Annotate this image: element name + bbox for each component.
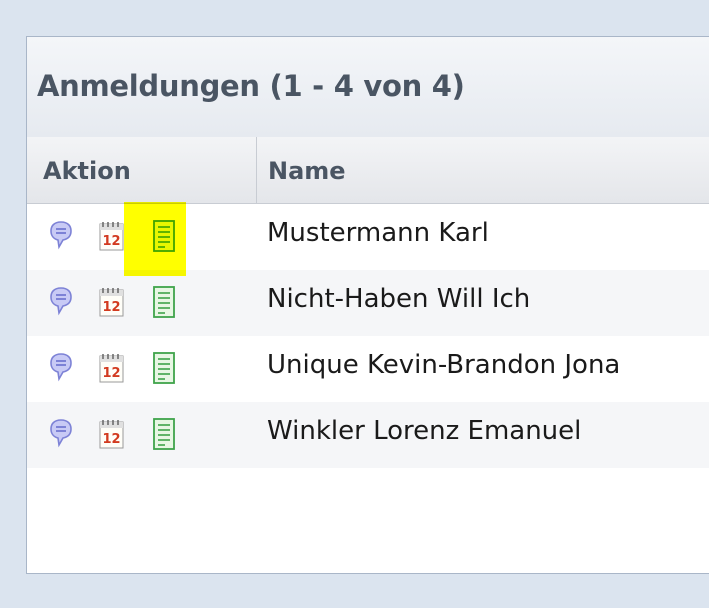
registrant-name[interactable]: Winkler Lorenz Emanuel — [267, 416, 581, 446]
registrant-name[interactable]: Unique Kevin-Brandon Jona — [267, 350, 620, 380]
calendar-day: 12 — [102, 366, 120, 381]
calendar-icon[interactable]: 12 — [99, 352, 125, 388]
calendar-day: 12 — [102, 300, 120, 315]
document-icon[interactable] — [153, 418, 175, 454]
calendar-icon[interactable]: 12 — [99, 286, 125, 322]
calendar-icon[interactable]: 12 — [99, 220, 125, 256]
speech-bubble-icon[interactable] — [49, 286, 73, 320]
calendar-day: 12 — [102, 234, 120, 249]
calendar-day: 12 — [102, 432, 120, 447]
speech-bubble-icon[interactable] — [49, 220, 73, 254]
document-icon[interactable] — [153, 352, 175, 388]
speech-bubble-icon[interactable] — [49, 352, 73, 386]
calendar-icon[interactable]: 12 — [99, 418, 125, 454]
column-header-aktion[interactable]: Aktion — [43, 157, 131, 185]
column-header-row: Aktion Name — [27, 137, 709, 204]
table-row[interactable]: 12 Unique Kevin-Brandon Jona — [27, 336, 709, 402]
table-row[interactable]: 12 Nicht-Haben Will Ich — [27, 270, 709, 336]
registrant-name[interactable]: Mustermann Karl — [267, 218, 489, 248]
column-header-name[interactable]: Name — [268, 157, 346, 185]
table-row[interactable]: 12 Winkler Lorenz Emanuel — [27, 402, 709, 468]
panel-header: Anmeldungen (1 - 4 von 4) — [27, 37, 709, 138]
registrant-name[interactable]: Nicht-Haben Will Ich — [267, 284, 530, 314]
highlight-annotation — [124, 202, 186, 276]
document-icon[interactable] — [153, 286, 175, 322]
panel-title: Anmeldungen (1 - 4 von 4) — [37, 69, 465, 103]
column-separator[interactable] — [256, 137, 257, 203]
registrations-panel: Anmeldungen (1 - 4 von 4) Aktion Name 12… — [26, 36, 709, 574]
speech-bubble-icon[interactable] — [49, 418, 73, 452]
